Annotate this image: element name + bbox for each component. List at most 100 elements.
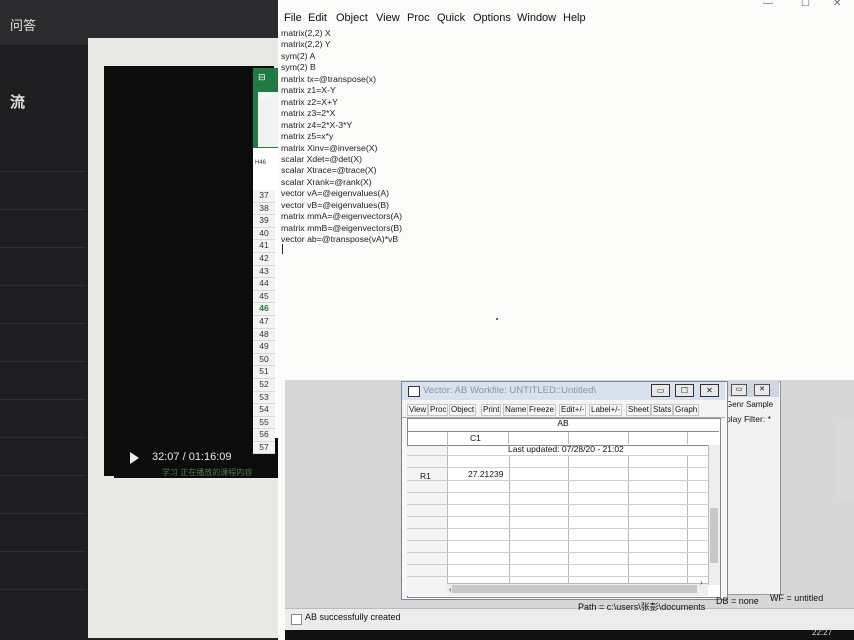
excel-row-number[interactable]: 38 bbox=[253, 202, 275, 216]
label-button[interactable]: Label+/- bbox=[589, 404, 623, 416]
excel-row-number[interactable]: 48 bbox=[253, 328, 275, 342]
minimize-icon[interactable]: ▭ bbox=[651, 384, 670, 397]
graph-button[interactable]: Graph bbox=[673, 404, 700, 416]
taskbar bbox=[285, 630, 854, 640]
print-button[interactable]: Print bbox=[481, 404, 502, 416]
menu-window[interactable]: Window bbox=[517, 12, 556, 24]
excel-row-number[interactable]: 55 bbox=[253, 416, 275, 430]
sheet-button[interactable]: Sheet bbox=[626, 404, 651, 416]
excel-row-number[interactable]: 45 bbox=[253, 290, 275, 304]
excel-row-number[interactable]: 37 bbox=[253, 190, 275, 203]
tab-qa[interactable]: 问答 bbox=[0, 6, 86, 46]
save-icon[interactable]: ⊟ bbox=[258, 72, 266, 83]
maximize-icon[interactable]: ☐ bbox=[675, 384, 694, 397]
excel-row-number[interactable]: 51 bbox=[253, 366, 275, 379]
list-item[interactable] bbox=[0, 209, 86, 248]
menu-object[interactable]: Object bbox=[336, 12, 368, 24]
scroll-right-icon[interactable]: › bbox=[700, 578, 703, 587]
menu-options[interactable]: Options bbox=[473, 12, 511, 24]
excel-row-number[interactable]: 40 bbox=[253, 227, 275, 241]
grid-line bbox=[407, 576, 708, 577]
close-icon[interactable]: ✕ bbox=[754, 384, 770, 396]
horizontal-scroll-thumb[interactable] bbox=[452, 585, 697, 593]
vector-window-title: Vector: AB Workfile: UNTITLED::Untitled\ bbox=[423, 385, 596, 396]
grid-line bbox=[407, 540, 708, 541]
list-item[interactable] bbox=[0, 437, 86, 476]
excel-row-number[interactable]: 47 bbox=[253, 315, 275, 329]
menu-proc[interactable]: Proc bbox=[407, 12, 430, 24]
grid-line bbox=[407, 492, 708, 493]
edit-button[interactable]: Edit+/- bbox=[559, 404, 587, 416]
list-item[interactable] bbox=[0, 247, 86, 286]
play-icon[interactable] bbox=[130, 452, 139, 464]
command-line: matrix mmB=@eigenvectors(B) bbox=[281, 222, 403, 233]
excel-cell-reference[interactable]: H46 bbox=[255, 160, 266, 166]
list-item[interactable] bbox=[0, 133, 86, 172]
grid-line bbox=[687, 432, 688, 444]
grid-line bbox=[407, 528, 708, 529]
vector-name: AB bbox=[407, 418, 719, 432]
background-window-toolbar[interactable]: Genr Sample bbox=[726, 400, 778, 412]
excel-row-number[interactable]: 43 bbox=[253, 265, 275, 279]
excel-row-number[interactable]: 42 bbox=[253, 252, 275, 266]
excel-row-number[interactable]: 41 bbox=[253, 240, 275, 253]
command-line: matrix mmA=@eigenvectors(A) bbox=[281, 211, 403, 222]
menu-edit[interactable]: Edit bbox=[308, 12, 327, 24]
status-path: Path = c:\users\张彭\documents bbox=[578, 602, 706, 612]
menu-file[interactable]: File bbox=[284, 12, 302, 24]
menu-view[interactable]: View bbox=[376, 12, 400, 24]
list-item[interactable] bbox=[0, 323, 86, 362]
excel-row-number[interactable]: 54 bbox=[253, 404, 275, 417]
list-item[interactable] bbox=[0, 285, 86, 324]
grid-line bbox=[568, 432, 569, 444]
command-window[interactable]: matrix(2,2) Xmatrix(2,2) Ysym(2) Asym(2)… bbox=[281, 28, 581, 246]
list-item[interactable] bbox=[0, 171, 86, 210]
menu-help[interactable]: Help bbox=[563, 12, 586, 24]
list-item[interactable] bbox=[0, 475, 86, 514]
excel-row-number[interactable]: 56 bbox=[253, 429, 275, 442]
window-icon bbox=[408, 386, 420, 397]
grid-line bbox=[508, 432, 509, 444]
command-line: sym(2) B bbox=[281, 62, 316, 73]
list-item[interactable] bbox=[0, 551, 86, 590]
status-message: AB successfully created bbox=[305, 612, 401, 622]
video-player[interactable] bbox=[104, 66, 274, 476]
list-item[interactable] bbox=[0, 361, 86, 400]
command-line: vector ab=@transpose(vA)*vB bbox=[281, 234, 399, 245]
list-item[interactable] bbox=[0, 513, 86, 552]
status-checkbox[interactable] bbox=[291, 614, 302, 625]
proc-button[interactable]: Proc bbox=[428, 404, 449, 416]
command-line: matrix z2=X+Y bbox=[281, 96, 338, 107]
text-cursor bbox=[282, 244, 283, 254]
command-line: matrix z1=X-Y bbox=[281, 85, 336, 96]
object-button[interactable]: Object bbox=[449, 404, 477, 416]
excel-row-number[interactable]: 52 bbox=[253, 378, 275, 392]
cell-value[interactable]: 27.21239 bbox=[468, 469, 503, 479]
freeze-button[interactable]: Freeze bbox=[527, 404, 556, 416]
scroll-left-icon[interactable]: ‹ bbox=[449, 585, 452, 594]
column-header-c1[interactable]: C1 bbox=[470, 433, 481, 443]
excel-row-number[interactable]: 53 bbox=[253, 391, 275, 405]
excel-row-number[interactable]: 46 bbox=[253, 303, 275, 316]
excel-row-number[interactable]: 44 bbox=[253, 278, 275, 291]
excel-row-number[interactable]: 50 bbox=[253, 353, 275, 367]
excel-row-number[interactable]: 57 bbox=[253, 441, 275, 455]
row-header-r1[interactable]: R1 bbox=[420, 471, 431, 481]
list-item[interactable] bbox=[0, 399, 86, 438]
grid-line bbox=[407, 552, 708, 553]
menu-quick[interactable]: Quick bbox=[437, 12, 465, 24]
name-button[interactable]: Name bbox=[503, 404, 529, 416]
close-icon[interactable]: ✕ bbox=[700, 384, 719, 397]
vertical-scroll-thumb[interactable] bbox=[710, 508, 718, 563]
grid-line bbox=[407, 516, 708, 517]
command-line: scalar Xtrace=@trace(X) bbox=[281, 165, 377, 176]
excel-file-tab[interactable]: 文件 bbox=[260, 91, 272, 100]
stats-button[interactable]: Stats bbox=[651, 404, 674, 416]
excel-row-number[interactable]: 39 bbox=[253, 215, 275, 228]
status-wf: WF = untitled bbox=[770, 593, 824, 603]
excel-row-number[interactable]: 49 bbox=[253, 341, 275, 354]
last-updated: Last updated: 07/28/20 - 21:02 bbox=[508, 444, 624, 454]
grid-line bbox=[407, 480, 708, 481]
view-button[interactable]: View bbox=[407, 404, 429, 416]
minimize-icon[interactable]: ▭ bbox=[731, 384, 747, 396]
